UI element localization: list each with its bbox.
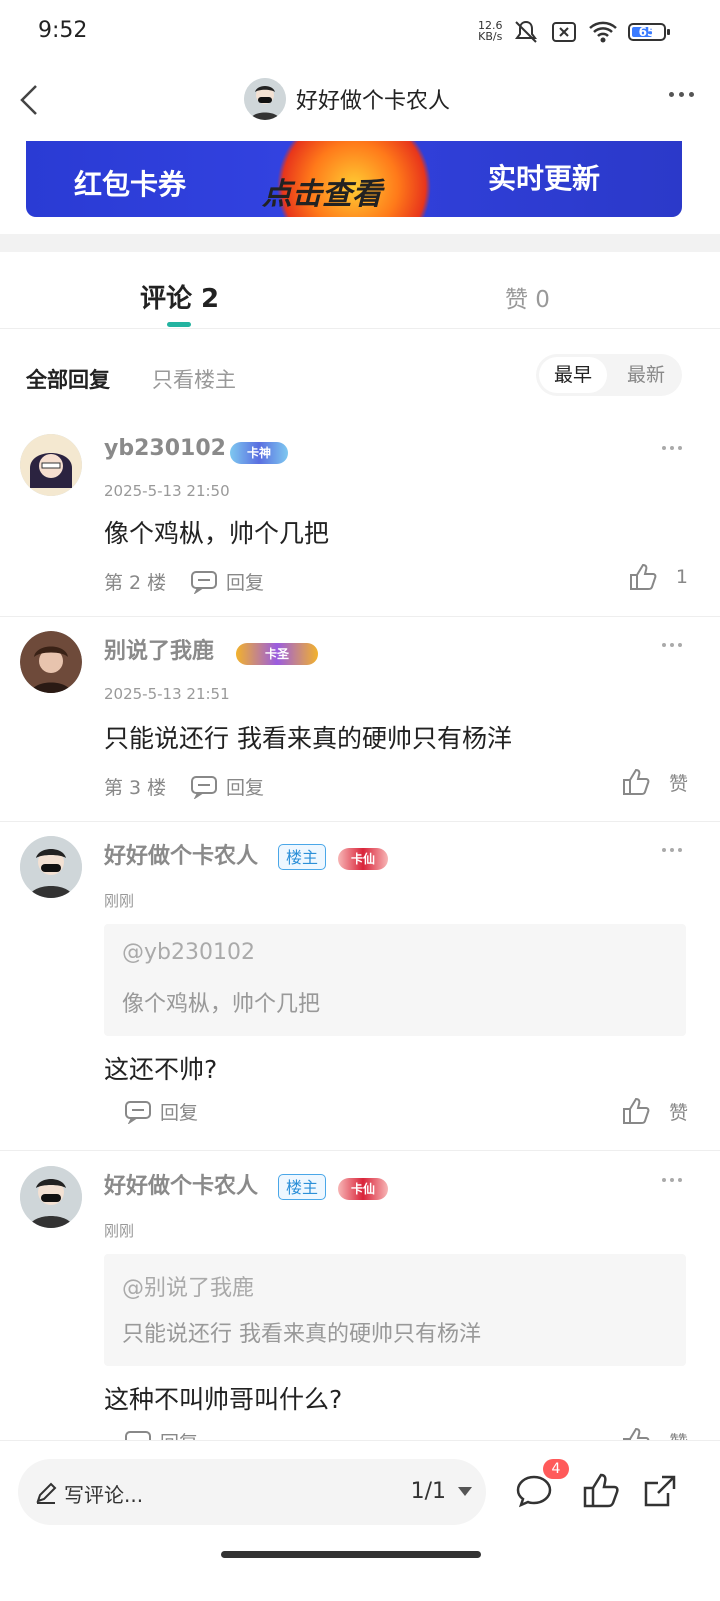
comment-item: 好好做个卡农人 楼主 卡仙 刚刚 @别说了我鹿 只能说还行 我看来真的硬帅只有杨… xyxy=(0,1152,720,1454)
reply-button[interactable]: 回复 xyxy=(190,568,264,595)
reply-icon xyxy=(191,775,217,799)
banner-right-text: 实时更新 xyxy=(488,162,601,195)
comment-item: 别说了我鹿 卡圣 2025-5-13 21:51 只能说还行 我看来真的硬帅只有… xyxy=(0,617,720,822)
reply-button[interactable]: 回复 xyxy=(190,773,264,800)
reply-icon xyxy=(125,1100,151,1124)
tab-likes[interactable]: 赞 0 xyxy=(505,280,550,314)
comment-item: yb230102 卡神 2025-5-13 21:50 像个鸡枞，帅个几把 第 … xyxy=(0,420,720,617)
section-divider xyxy=(0,234,720,252)
like-button[interactable]: 赞 xyxy=(621,767,688,797)
battery-icon: 65 xyxy=(628,23,670,41)
network-speed: 12.6 KB/s xyxy=(478,20,503,42)
comment-text: 像个鸡枞，帅个几把 xyxy=(104,519,330,548)
more-options-icon[interactable] xyxy=(669,92,694,97)
commenter-name[interactable]: 好好做个卡农人 xyxy=(104,1168,258,1200)
level-badge: 卡圣 xyxy=(236,643,318,665)
level-badge: 卡神 xyxy=(230,442,288,464)
thumbs-up-icon xyxy=(629,563,657,590)
filter-all-replies[interactable]: 全部回复 xyxy=(26,364,110,394)
comment-more-icon[interactable] xyxy=(662,446,682,450)
net-speed-unit: KB/s xyxy=(478,30,503,43)
mute-icon xyxy=(515,20,537,43)
quoted-text: 只能说还行 我看来真的硬帅只有杨洋 xyxy=(122,1322,481,1347)
commenter-name[interactable]: 别说了我鹿 xyxy=(104,633,214,665)
reply-label: 回复 xyxy=(226,777,265,799)
quoted-text: 像个鸡枞，帅个几把 xyxy=(122,992,321,1017)
filter-op-only[interactable]: 只看楼主 xyxy=(152,364,236,394)
home-indicator xyxy=(221,1551,481,1558)
op-tag: 楼主 xyxy=(278,1174,326,1200)
author-avatar[interactable] xyxy=(244,78,286,120)
level-badge: 卡仙 xyxy=(338,848,388,870)
commenter-name[interactable]: 好好做个卡农人 xyxy=(104,838,258,870)
comment-time: 刚刚 xyxy=(104,892,135,910)
commenter-avatar[interactable] xyxy=(20,434,82,496)
like-button[interactable]: 赞 xyxy=(621,1096,688,1126)
battery-level: 65 xyxy=(638,25,656,39)
tab-active-indicator xyxy=(167,322,191,327)
thumbs-up-icon[interactable] xyxy=(580,1471,620,1511)
tab-comments-label: 评论 2 xyxy=(140,284,220,314)
quoted-user: @别说了我鹿 xyxy=(122,1276,255,1301)
commenter-avatar[interactable] xyxy=(20,631,82,693)
quoted-comment[interactable]: @别说了我鹿 只能说还行 我看来真的硬帅只有杨洋 xyxy=(104,1254,686,1366)
nav-title-group[interactable]: 好好做个卡农人 xyxy=(244,78,450,120)
nav-title: 好好做个卡农人 xyxy=(296,89,451,114)
back-arrow-icon[interactable] xyxy=(16,82,46,118)
page-indicator[interactable]: 1/1 xyxy=(411,1479,446,1504)
tab-comments[interactable]: 评论 2 xyxy=(140,278,220,327)
quoted-comment[interactable]: @yb230102 像个鸡枞，帅个几把 xyxy=(104,924,686,1036)
status-bar: 9:52 12.6 KB/s 65 xyxy=(0,0,720,66)
reply-icon xyxy=(191,570,217,594)
like-label: 赞 xyxy=(668,772,688,795)
bottom-action-bar: 写评论... 1/1 4 xyxy=(0,1440,720,1601)
banner-center-text: 点击查看 xyxy=(262,177,382,212)
thumbs-up-icon xyxy=(622,768,650,795)
commenter-avatar[interactable] xyxy=(20,836,82,898)
comment-time: 2025-5-13 21:50 xyxy=(104,482,230,500)
comment-input[interactable]: 写评论... 1/1 xyxy=(18,1459,486,1525)
floor-number: 第 2 楼 xyxy=(104,572,167,594)
comment-more-icon[interactable] xyxy=(662,1178,682,1182)
chevron-down-icon[interactable] xyxy=(458,1487,472,1496)
quoted-user: @yb230102 xyxy=(122,940,255,965)
reply-filters: 全部回复 只看楼主 最早 最新 xyxy=(0,350,720,400)
level-badge: 卡仙 xyxy=(338,1178,388,1200)
op-tag: 楼主 xyxy=(278,844,326,870)
tab-likes-label: 赞 0 xyxy=(505,287,550,313)
pencil-icon xyxy=(36,1482,57,1504)
comment-text: 这还不帅? xyxy=(104,1055,218,1084)
comment-count-badge: 4 xyxy=(543,1459,569,1479)
comment-item: 好好做个卡农人 楼主 卡仙 刚刚 @yb230102 像个鸡枞，帅个几把 这还不… xyxy=(0,822,720,1151)
tab-bar: 评论 2 赞 0 xyxy=(0,252,720,329)
comment-text: 这种不叫帅哥叫什么? xyxy=(104,1385,343,1414)
reply-button[interactable]: 回复 xyxy=(124,1098,198,1125)
banner-left-text: 红包卡券 xyxy=(74,168,187,201)
comment-time: 刚刚 xyxy=(104,1222,135,1240)
commenter-avatar[interactable] xyxy=(20,1166,82,1228)
sort-earliest[interactable]: 最早 xyxy=(539,357,607,393)
comment-text: 只能说还行 我看来真的硬帅只有杨洋 xyxy=(104,724,512,753)
status-icons: 65 xyxy=(512,18,670,46)
sort-toggle: 最早 最新 xyxy=(536,354,682,396)
sort-latest[interactable]: 最新 xyxy=(614,357,678,393)
comment-input-placeholder: 写评论... xyxy=(64,1483,144,1507)
share-icon[interactable] xyxy=(640,1471,680,1511)
like-count: 1 xyxy=(675,566,688,588)
commenter-name[interactable]: yb230102 xyxy=(104,436,226,461)
promo-banner[interactable]: 红包卡券 点击查看 实时更新 xyxy=(26,141,682,217)
like-label: 赞 xyxy=(668,1101,688,1124)
comment-time: 2025-5-13 21:51 xyxy=(104,685,230,703)
sim-off-icon xyxy=(552,22,576,42)
reply-label: 回复 xyxy=(160,1102,199,1124)
nav-bar: 好好做个卡农人 xyxy=(0,66,720,136)
floor-number: 第 3 楼 xyxy=(104,777,167,799)
comment-more-icon[interactable] xyxy=(662,643,682,647)
wifi-icon xyxy=(589,21,617,43)
status-time: 9:52 xyxy=(38,18,88,43)
like-button[interactable]: 1 xyxy=(628,562,688,592)
thumbs-up-icon xyxy=(622,1097,650,1124)
comment-more-icon[interactable] xyxy=(662,848,682,852)
reply-label: 回复 xyxy=(226,572,265,594)
